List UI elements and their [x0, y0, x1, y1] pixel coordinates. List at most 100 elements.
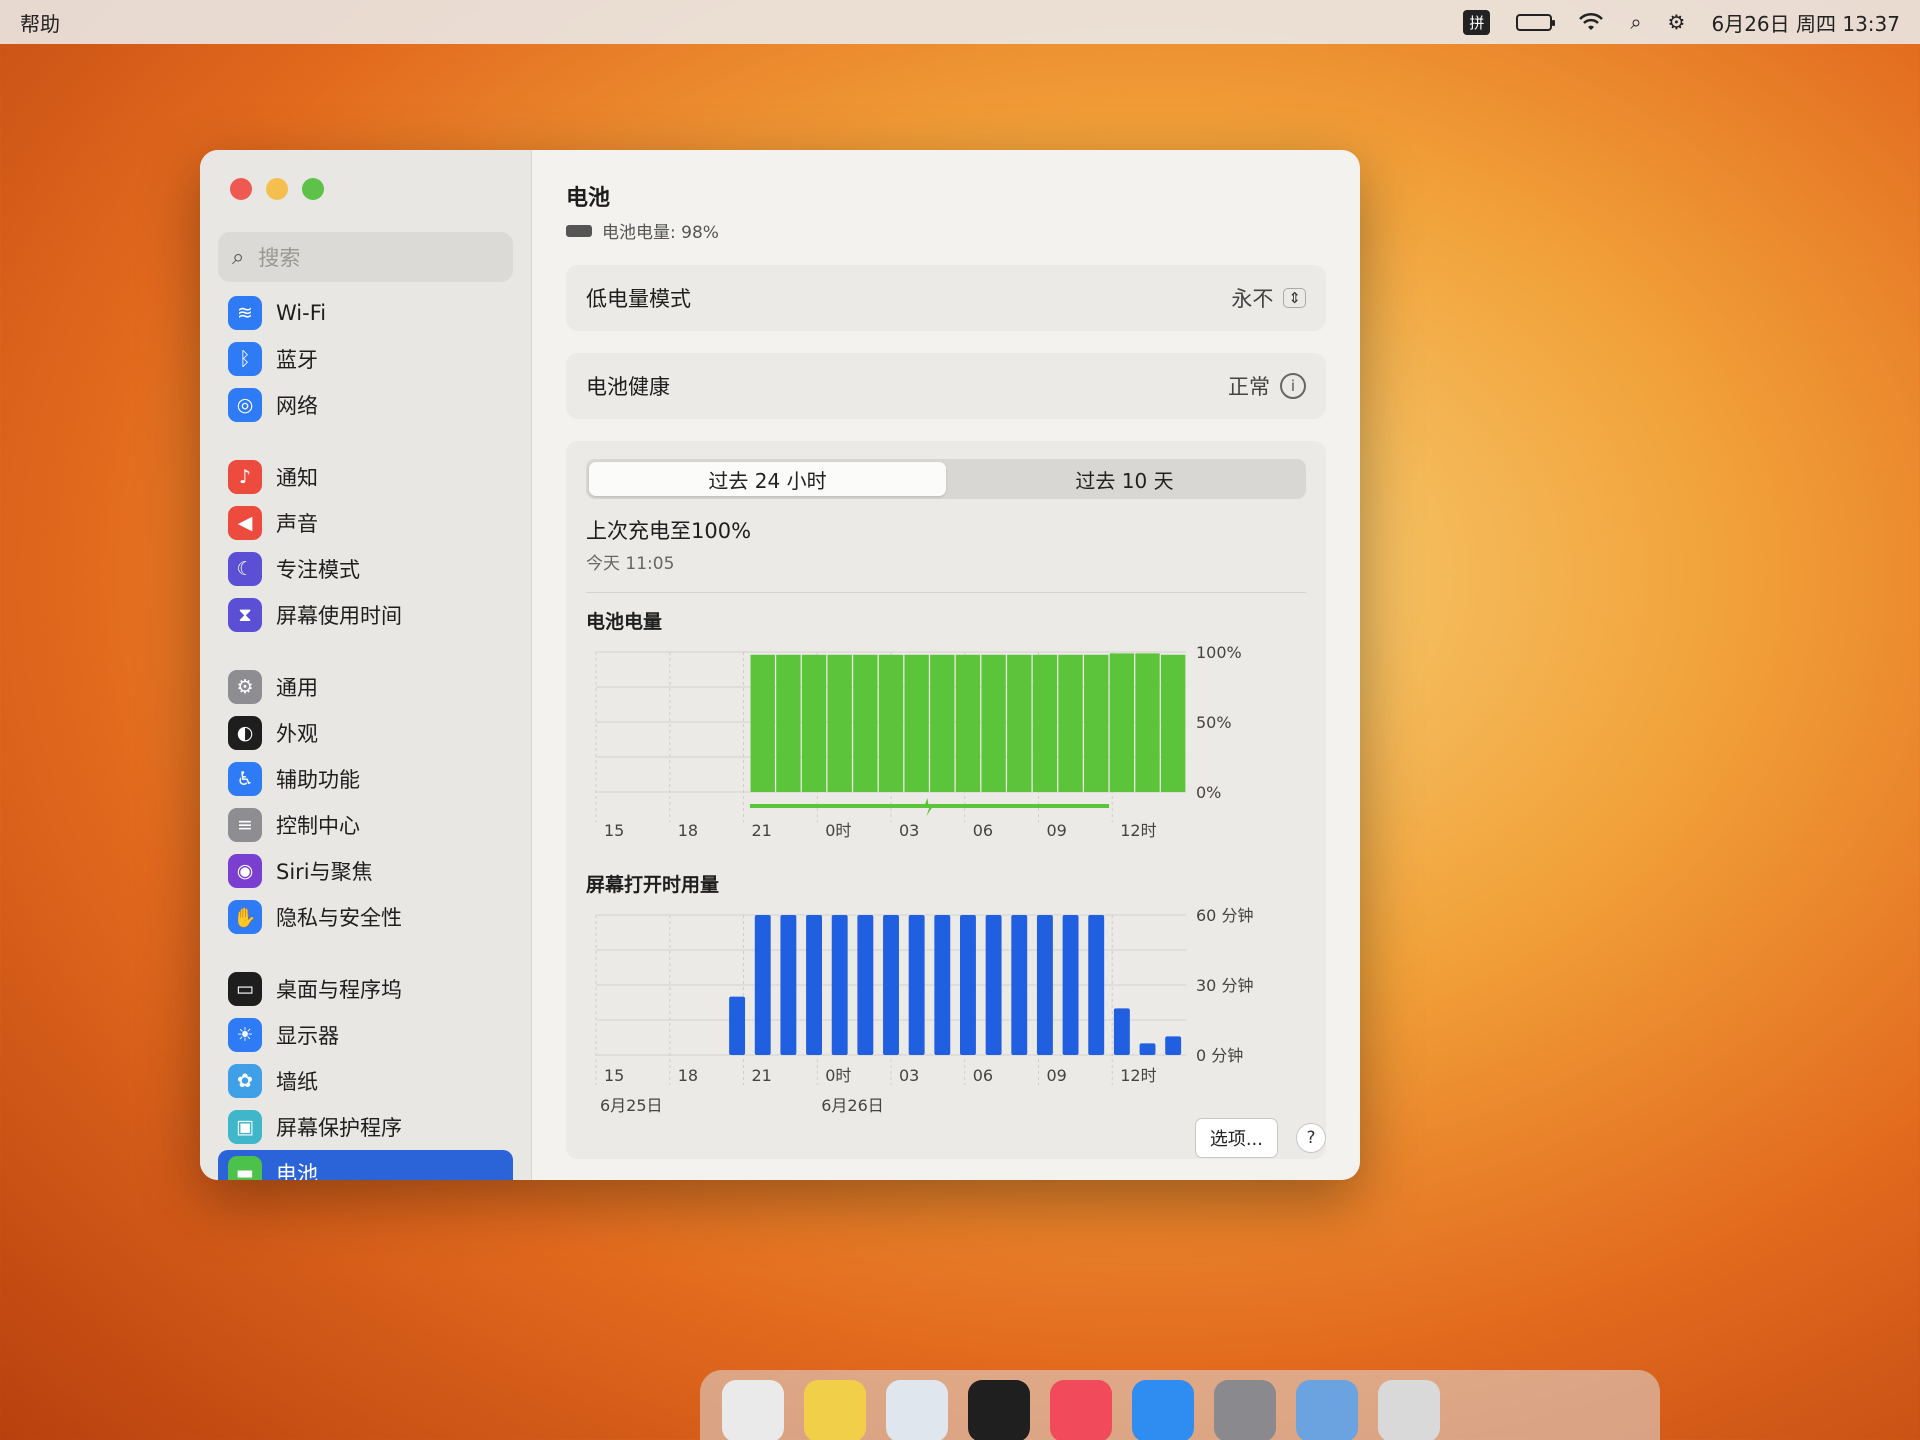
x-tick-label: 0时: [825, 1066, 851, 1085]
dock: [700, 1370, 1660, 1440]
tab-last-24-hours[interactable]: 过去 24 小时: [589, 462, 946, 496]
control-center-icon[interactable]: ⚙: [1668, 10, 1686, 34]
sidebar-item[interactable]: ◎ 网络: [218, 382, 513, 428]
sidebar-item-label: Siri与聚焦: [276, 860, 373, 884]
sidebar-item[interactable]: ≡ 控制中心: [218, 802, 513, 848]
options-button[interactable]: 选项...: [1194, 1118, 1278, 1158]
sidebar-item[interactable]: ▬ 电池: [218, 1150, 513, 1180]
sidebar-item[interactable]: ◉ Siri与聚焦: [218, 848, 513, 894]
spotlight-search-icon[interactable]: ⌕: [1630, 10, 1641, 34]
sidebar-item-label: 屏幕使用时间: [276, 604, 402, 628]
sidebar-item-label: 网络: [276, 394, 318, 418]
menu-help[interactable]: 帮助: [20, 8, 60, 37]
chart-bar: [1165, 1036, 1182, 1055]
battery-health-label: 电池健康: [586, 375, 670, 399]
last-charge-label: 上次充电至100%: [586, 519, 752, 543]
sidebar-item-label: 显示器: [276, 1024, 339, 1048]
wifi-icon: ≋: [228, 296, 262, 330]
chart-bar: [827, 654, 852, 792]
battery-pane: 电池 电池电量: 98% 低电量模式 永不 ⇕ 电池健康 正常 i 过去 24 …: [532, 150, 1360, 1180]
sidebar-item[interactable]: ≋ Wi-Fi: [218, 290, 513, 336]
sidebar-item[interactable]: ▭ 桌面与程序坞: [218, 966, 513, 1012]
x-tick-label: 03: [899, 1066, 919, 1085]
gear-icon: ⚙: [228, 670, 262, 704]
tab-last-10-days[interactable]: 过去 10 天: [946, 462, 1303, 496]
sidebar-item-label: 辅助功能: [276, 768, 360, 792]
search-input[interactable]: ⌕ 搜索: [218, 232, 513, 282]
dock-app-icon[interactable]: [722, 1380, 784, 1440]
chart-bar: [1011, 915, 1028, 1055]
menubar-clock[interactable]: 6月26日 周四 13:37: [1711, 8, 1900, 37]
chart-bar: [853, 654, 878, 792]
info-icon[interactable]: i: [1280, 373, 1306, 399]
sidebar-item-label: 桌面与程序坞: [276, 978, 402, 1002]
sidebar-item-label: 专注模式: [276, 558, 360, 582]
sidebar-item-label: 声音: [276, 512, 318, 536]
sidebar-item[interactable]: ✋ 隐私与安全性: [218, 894, 513, 940]
dock-app-icon[interactable]: [1132, 1380, 1194, 1440]
x-tick-label: 03: [899, 821, 919, 840]
flower-icon: ✿: [228, 1064, 262, 1098]
low-power-select[interactable]: 永不 ⇕: [1231, 283, 1306, 313]
sidebar-item[interactable]: ☀ 显示器: [218, 1012, 513, 1058]
sidebar-item[interactable]: ◀ 声音: [218, 500, 513, 546]
dock-app-icon[interactable]: [1214, 1380, 1276, 1440]
chart-bar: [883, 915, 899, 1055]
moon-icon: ☾: [228, 552, 262, 586]
help-button[interactable]: ?: [1296, 1123, 1326, 1153]
zoom-button[interactable]: [302, 178, 324, 200]
wifi-status-icon[interactable]: [1578, 12, 1604, 32]
sidebar-item[interactable]: ᛒ 蓝牙: [218, 336, 513, 382]
sidebar-item[interactable]: ◐ 外观: [218, 710, 513, 756]
sidebar-item[interactable]: ♿ 辅助功能: [218, 756, 513, 802]
hand-icon: ✋: [228, 900, 262, 934]
bell-icon: ♪: [228, 460, 262, 494]
sidebar-group: ⚙ 通用 ◐ 外观 ♿ 辅助功能 ≡ 控制中心 ◉ Siri与聚焦 ✋ 隐私与安全性: [218, 664, 513, 940]
dock-app-icon[interactable]: [886, 1380, 948, 1440]
dock-app-icon[interactable]: [968, 1380, 1030, 1440]
chart-bar: [934, 915, 951, 1055]
sidebar-item[interactable]: ☾ 专注模式: [218, 546, 513, 592]
sun-icon: ☀: [228, 1018, 262, 1052]
battery-health-value: 正常: [1228, 375, 1270, 399]
battery-status-icon[interactable]: [1516, 13, 1556, 31]
sidebar-item[interactable]: ✿ 墙纸: [218, 1058, 513, 1104]
y-tick-label: 50%: [1196, 713, 1232, 732]
sidebar-item-label: 蓝牙: [276, 348, 318, 372]
x-tick-label: 12时: [1120, 1066, 1156, 1085]
dock-app-icon[interactable]: [1378, 1380, 1440, 1440]
chart-bar: [1062, 915, 1079, 1055]
sidebar-group: ♪ 通知 ◀ 声音 ☾ 专注模式 ⧗ 屏幕使用时间: [218, 454, 513, 638]
page-title: 电池: [566, 186, 611, 211]
chart-bar: [1160, 654, 1186, 792]
hourglass-icon: ⧗: [228, 598, 262, 632]
battery-level-text: 电池电量: 98%: [566, 218, 1326, 243]
dock-icon: ▭: [228, 972, 262, 1006]
y-tick-label: 0%: [1196, 783, 1221, 802]
chart-bar: [729, 996, 746, 1055]
sidebar-item[interactable]: ▣ 屏幕保护程序: [218, 1104, 513, 1150]
search-placeholder: 搜索: [258, 246, 301, 270]
chart-bar: [1109, 653, 1135, 792]
sidebar-item-label: 隐私与安全性: [276, 906, 402, 930]
chart-bar: [1084, 654, 1109, 792]
sidebar-item[interactable]: ♪ 通知: [218, 454, 513, 500]
sidebar-item[interactable]: ⚙ 通用: [218, 664, 513, 710]
minimize-button[interactable]: [266, 178, 288, 200]
sidebar-item[interactable]: ⧗ 屏幕使用时间: [218, 592, 513, 638]
sidebar-item-label: 控制中心: [276, 814, 360, 838]
dock-app-icon[interactable]: [1050, 1380, 1112, 1440]
y-tick-label: 100%: [1196, 643, 1242, 662]
battery-icon: ▬: [228, 1156, 262, 1180]
dock-app-icon[interactable]: [1296, 1380, 1358, 1440]
sidebar-list: ≋ Wi-Fi ᛒ 蓝牙 ◎ 网络 ♪ 通知 ◀ 声音 ☾ 专注模式 ⧗ 屏幕使用时间 ⚙ 通用 ◐ 外观 ♿ 辅助功…: [218, 290, 513, 1180]
y-tick-label: 60 分钟: [1196, 906, 1253, 925]
chart-bar: [904, 654, 929, 792]
chart-bar: [776, 654, 801, 792]
appearance-icon: ◐: [228, 716, 262, 750]
input-method-icon[interactable]: 拼: [1463, 9, 1491, 35]
x-tick-label: 18: [678, 821, 698, 840]
bluetooth-icon: ᛒ: [228, 342, 262, 376]
dock-app-icon[interactable]: [804, 1380, 866, 1440]
close-button[interactable]: [230, 178, 252, 200]
